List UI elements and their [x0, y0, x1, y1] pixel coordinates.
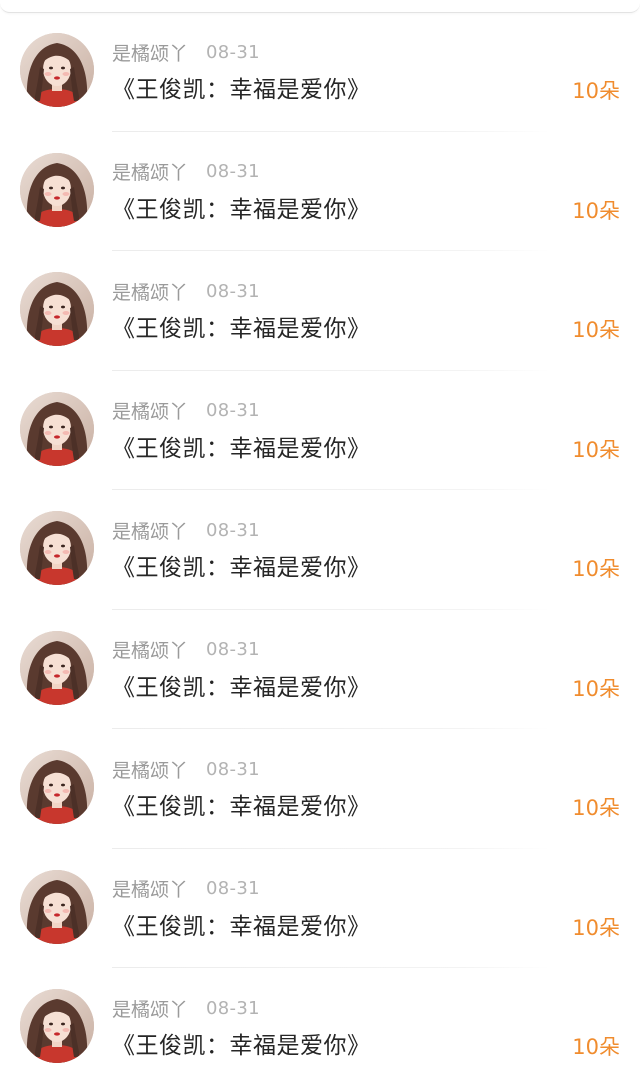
list-item[interactable]: 是橘颂丫 08-31 《王俊凯：幸福是爱你》 10朵 [0, 490, 640, 610]
avatar-image [20, 152, 94, 227]
list-item[interactable]: 是橘颂丫 08-31 《王俊凯：幸福是爱你》 10朵 [0, 251, 640, 371]
avatar[interactable] [20, 391, 94, 466]
avatar[interactable] [20, 272, 94, 346]
post-date: 08-31 [206, 161, 260, 182]
list-item[interactable]: 是橘颂丫 08-31 《王俊凯：幸福是爱你》 10朵 [0, 968, 640, 1088]
list-item[interactable]: 是橘颂丫 08-31 《王俊凯：幸福是爱你》 10朵 [0, 371, 640, 490]
item-title[interactable]: 《王俊凯：幸福是爱你》 [112, 70, 371, 104]
item-title[interactable]: 《王俊凯：幸福是爱你》 [112, 309, 371, 343]
flower-count: 10朵 [572, 318, 620, 342]
flower-count: 10朵 [572, 796, 620, 820]
avatar-image [20, 750, 94, 824]
item-meta: 是橘颂丫 08-31 [112, 158, 260, 186]
post-date: 08-31 [206, 878, 260, 899]
avatar-image [20, 869, 94, 944]
avatar-image [20, 272, 94, 346]
post-date: 08-31 [206, 519, 260, 541]
item-meta: 是橘颂丫 08-31 [112, 636, 260, 664]
username[interactable]: 是橘颂丫 [112, 756, 188, 783]
avatar-image [20, 630, 94, 705]
username[interactable]: 是橘颂丫 [112, 875, 188, 902]
flower-count: 10朵 [572, 676, 620, 701]
item-title[interactable]: 《王俊凯：幸福是爱你》 [112, 548, 371, 582]
item-meta: 是橘颂丫 08-31 [112, 875, 260, 903]
username[interactable]: 是橘颂丫 [112, 636, 188, 663]
flower-count: 10朵 [572, 557, 620, 581]
avatar[interactable] [20, 750, 94, 824]
username[interactable]: 是橘颂丫 [112, 397, 188, 424]
avatar[interactable] [20, 630, 94, 705]
item-title[interactable]: 《王俊凯：幸福是爱你》 [112, 190, 371, 224]
avatar[interactable] [20, 989, 94, 1063]
item-meta: 是橘颂丫 08-31 [112, 516, 260, 544]
item-title[interactable]: 《王俊凯：幸福是爱你》 [112, 429, 371, 463]
post-date: 08-31 [206, 639, 260, 660]
avatar-image [20, 989, 94, 1063]
list-item[interactable]: 是橘颂丫 08-31 《王俊凯：幸福是爱你》 10朵 [0, 729, 640, 849]
list-item[interactable]: 是橘颂丫 08-31 《王俊凯：幸福是爱你》 10朵 [0, 132, 640, 251]
flower-count: 10朵 [572, 1035, 620, 1059]
list-item[interactable]: 是橘颂丫 08-31 《王俊凯：幸福是爱你》 10朵 [0, 12, 640, 132]
item-meta: 是橘颂丫 08-31 [112, 994, 260, 1022]
username[interactable]: 是橘颂丫 [112, 39, 188, 66]
list-item[interactable]: 是橘颂丫 08-31 《王俊凯：幸福是爱你》 10朵 [0, 610, 640, 729]
item-title[interactable]: 《王俊凯：幸福是爱你》 [112, 668, 371, 702]
avatar[interactable] [20, 152, 94, 227]
item-title[interactable]: 《王俊凯：幸福是爱你》 [112, 787, 371, 821]
item-meta: 是橘颂丫 08-31 [112, 38, 260, 66]
flower-count: 10朵 [572, 79, 620, 103]
item-title[interactable]: 《王俊凯：幸福是爱你》 [112, 1026, 371, 1060]
avatar[interactable] [20, 869, 94, 944]
gift-record-list: 是橘颂丫 08-31 《王俊凯：幸福是爱你》 10朵 是橘颂丫 08-31 《王… [0, 12, 640, 1088]
flower-count: 10朵 [572, 437, 620, 462]
post-date: 08-31 [206, 41, 260, 63]
username[interactable]: 是橘颂丫 [112, 517, 188, 544]
username[interactable]: 是橘颂丫 [112, 278, 188, 305]
item-meta: 是橘颂丫 08-31 [112, 755, 260, 783]
username[interactable]: 是橘颂丫 [112, 158, 188, 185]
list-item[interactable]: 是橘颂丫 08-31 《王俊凯：幸福是爱你》 10朵 [0, 849, 640, 968]
username[interactable]: 是橘颂丫 [112, 995, 188, 1022]
post-date: 08-31 [206, 758, 260, 780]
item-meta: 是橘颂丫 08-31 [112, 277, 260, 305]
avatar-image [20, 33, 94, 107]
post-date: 08-31 [206, 997, 260, 1019]
item-meta: 是橘颂丫 08-31 [112, 397, 260, 425]
avatar[interactable] [20, 511, 94, 585]
flower-count: 10朵 [572, 198, 620, 223]
flower-count: 10朵 [572, 915, 620, 940]
item-title[interactable]: 《王俊凯：幸福是爱你》 [112, 907, 371, 941]
avatar-image [20, 391, 94, 466]
avatar[interactable] [20, 33, 94, 107]
post-date: 08-31 [206, 400, 260, 421]
avatar-image [20, 511, 94, 585]
post-date: 08-31 [206, 280, 260, 302]
